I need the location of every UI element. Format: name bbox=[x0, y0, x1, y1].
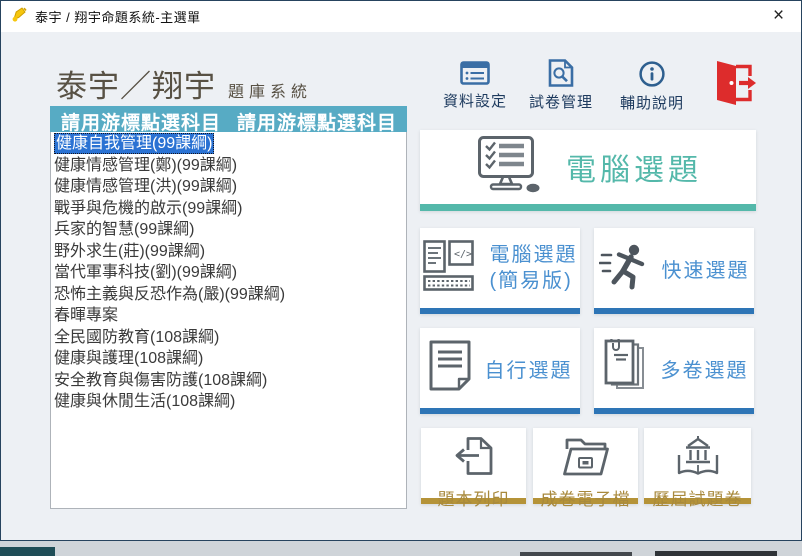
page-left-arrow-icon bbox=[452, 435, 496, 482]
exam-management-label: 試卷管理 bbox=[517, 91, 605, 112]
subject-item[interactable]: 健康與護理(108課綱) bbox=[51, 348, 406, 370]
doc-code-keyboard-icon: </> bbox=[423, 240, 477, 297]
exit-button[interactable] bbox=[707, 58, 759, 108]
subject-listbox[interactable]: 健康自我管理(99課綱) 健康情感管理(鄭)(99課綱) 健康情感管理(洪)(9… bbox=[50, 132, 407, 509]
help-label: 輔助說明 bbox=[608, 92, 696, 113]
subject-item[interactable]: 兵家的智慧(99課綱) bbox=[51, 219, 406, 241]
exam-efile-label: 成卷電子檔 bbox=[541, 485, 631, 510]
brand-title: 泰宇／翔宇 bbox=[56, 69, 216, 104]
self-select-button[interactable]: 自行選題 bbox=[420, 328, 580, 414]
subject-item[interactable]: 戰爭與危機的啟示(99課綱) bbox=[51, 198, 406, 220]
past-exams-label: 歷屆試題卷 bbox=[653, 485, 743, 510]
subject-item[interactable]: 野外求生(莊)(99課綱) bbox=[51, 241, 406, 263]
bank-on-book-icon bbox=[676, 435, 720, 482]
app-icon bbox=[10, 5, 28, 28]
desktop-fragment bbox=[520, 552, 632, 556]
list-window-icon bbox=[431, 61, 519, 86]
monitor-checklist-icon bbox=[474, 136, 542, 198]
past-exams-button[interactable]: 歷屆試題卷 bbox=[644, 428, 751, 504]
document-magnifier-icon bbox=[517, 59, 605, 87]
quick-select-label: 快速選題 bbox=[662, 254, 750, 283]
data-settings-label: 資料設定 bbox=[431, 90, 519, 111]
subject-item[interactable]: 當代軍事科技(劉)(99課綱) bbox=[51, 262, 406, 284]
running-person-icon bbox=[599, 242, 649, 295]
brand-logo: 泰宇／翔宇題庫系統 bbox=[56, 61, 312, 106]
window-title: 泰宇 / 翔宇命題系統-主選單 bbox=[35, 7, 201, 26]
print-booklet-button[interactable]: 題本列印 bbox=[421, 428, 526, 504]
subject-item[interactable]: 健康情感管理(洪)(99課綱) bbox=[51, 176, 406, 198]
title-bar: 泰宇 / 翔宇命題系統-主選單 × bbox=[1, 1, 801, 32]
help-button[interactable]: 輔助說明 bbox=[608, 60, 696, 113]
open-folder-disk-icon bbox=[562, 435, 610, 482]
desktop-fragment bbox=[0, 547, 55, 556]
computer-select-easy-label: 電腦選題 (簡易版) bbox=[490, 242, 578, 294]
exam-management-button[interactable]: 試卷管理 bbox=[517, 59, 605, 112]
subject-item-selected[interactable]: 健康自我管理(99課綱) bbox=[51, 133, 406, 155]
computer-select-easy-button[interactable]: </> 電腦選題 (簡易版) bbox=[420, 228, 580, 314]
exit-door-icon bbox=[707, 58, 759, 108]
svg-text:</>: </> bbox=[454, 249, 472, 260]
computer-select-button[interactable]: 電腦選題 bbox=[420, 130, 756, 211]
multi-select-button[interactable]: 多卷選題 bbox=[594, 328, 754, 414]
subject-header-left: 請用游標點選科目 bbox=[61, 108, 221, 135]
exam-efile-button[interactable]: 成卷電子檔 bbox=[533, 428, 638, 504]
subject-item[interactable]: 健康情感管理(鄭)(99課綱) bbox=[51, 155, 406, 177]
subject-item[interactable]: 安全教育與傷害防護(108課綱) bbox=[51, 370, 406, 392]
stacked-documents-icon bbox=[600, 339, 648, 398]
self-select-label: 自行選題 bbox=[485, 354, 573, 383]
brand-subtitle: 題庫系統 bbox=[228, 84, 312, 101]
data-settings-button[interactable]: 資料設定 bbox=[431, 61, 519, 111]
info-circle-icon bbox=[608, 60, 696, 88]
document-lines-icon bbox=[428, 340, 472, 397]
close-icon[interactable]: × bbox=[756, 1, 801, 31]
print-booklet-label: 題本列印 bbox=[438, 485, 510, 510]
subject-item[interactable]: 恐怖主義與反恐作為(嚴)(99課綱) bbox=[51, 284, 406, 306]
quick-select-button[interactable]: 快速選題 bbox=[594, 228, 754, 314]
main-window: 泰宇 / 翔宇命題系統-主選單 × 泰宇／翔宇題庫系統 請用游標點選科目 請用游… bbox=[0, 0, 802, 541]
subject-header-right: 請用游標點選科目 bbox=[237, 108, 397, 135]
computer-select-label: 電腦選題 bbox=[566, 145, 702, 189]
subject-item[interactable]: 全民國防教育(108課綱) bbox=[51, 327, 406, 349]
multi-select-label: 多卷選題 bbox=[661, 354, 749, 383]
desktop-fragment bbox=[655, 551, 777, 556]
subject-item[interactable]: 春暉專案 bbox=[51, 305, 406, 327]
subject-list-header: 請用游標點選科目 請用游標點選科目 bbox=[50, 106, 407, 132]
subject-item[interactable]: 健康與休閒生活(108課綱) bbox=[51, 391, 406, 413]
